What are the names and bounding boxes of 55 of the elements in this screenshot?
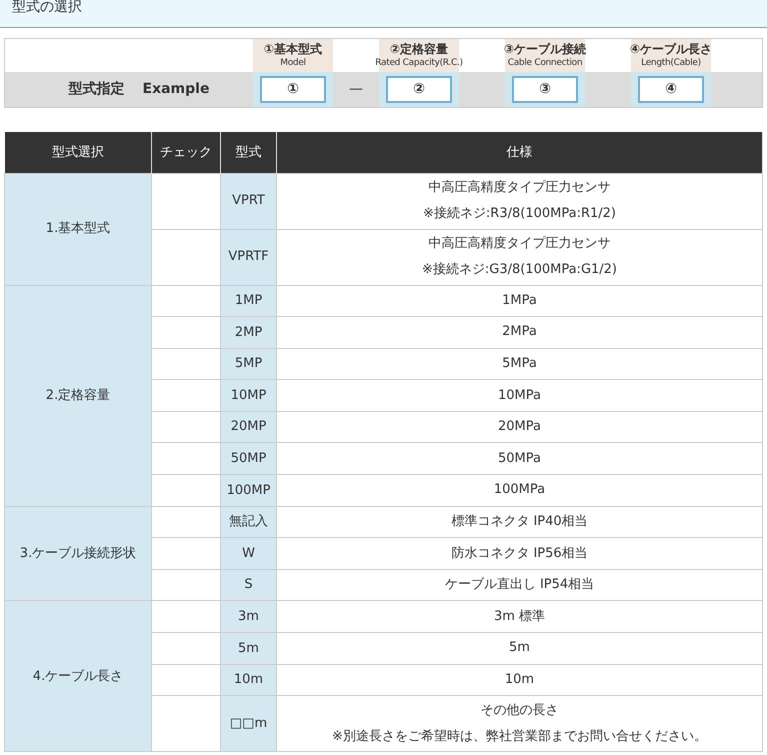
- column-header: チェック: [152, 132, 220, 173]
- column-header: 型式選択: [4, 132, 152, 173]
- model-cell: 50MP: [220, 442, 276, 475]
- group-label-cell: 1.基本型式: [4, 173, 152, 285]
- spec-cell: 中高圧高精度タイプ圧力センサ ※接続ネジ:R3/8(100MPa:R1/2): [276, 173, 762, 229]
- spec-cell: 防水コネクタ IP56相当: [276, 538, 762, 570]
- model-cell: S: [220, 569, 276, 601]
- separator-dash: —: [349, 80, 363, 99]
- model-cell: 100MP: [220, 474, 276, 506]
- spec-cell: ケーブル直出し IP54相当: [276, 569, 762, 601]
- example-code: ①: [260, 76, 326, 103]
- model-cell: 10MP: [220, 380, 276, 412]
- example-column-title: ③ケーブル接続: [504, 42, 586, 57]
- model-cell: W: [220, 538, 276, 570]
- spec-cell: 50MPa: [276, 442, 762, 475]
- example-label: 型式指定: [68, 80, 125, 99]
- example-column-subtitle: Model: [280, 57, 306, 69]
- spec-cell: 10MPa: [276, 380, 762, 412]
- model-cell: 5MP: [220, 348, 276, 380]
- example-column-subtitle: Rated Capacity(R.C.): [375, 57, 463, 69]
- example-column-subtitle: Cable Connection: [508, 57, 582, 69]
- model-cell: □□m: [220, 696, 276, 752]
- spec-cell: 2MPa: [276, 316, 762, 348]
- model-cell: VPRTF: [220, 229, 276, 285]
- spec-cell: 3m 標準: [276, 600, 762, 633]
- group-label-cell: 4.ケーブル長さ: [4, 600, 152, 752]
- model-cell: 1MP: [220, 285, 276, 317]
- spec-cell: 標準コネクタ IP40相当: [276, 506, 762, 538]
- spec-cell: 10m: [276, 664, 762, 696]
- group-label-cell: 3.ケーブル接続形状: [4, 506, 152, 601]
- group-label-cell: 2.定格容量: [4, 285, 152, 506]
- model-cell: 3m: [220, 600, 276, 633]
- example-column-subtitle: Length(Cable): [641, 57, 701, 69]
- spec-cell: その他の長さ ※別途長さをご希望時は、弊社営業部までお問い合せください。: [276, 696, 762, 752]
- model-cell: 20MP: [220, 411, 276, 443]
- example-code: ③: [512, 76, 578, 103]
- spec-cell: 5m: [276, 632, 762, 664]
- example-column-title: ④ケーブル長さ: [630, 42, 712, 57]
- example-column-title: ①基本型式: [264, 42, 322, 57]
- model-cell: 10m: [220, 664, 276, 696]
- spec-cell: 5MPa: [276, 348, 762, 380]
- model-cell: VPRT: [220, 173, 276, 229]
- model-cell: 無記入: [220, 506, 276, 538]
- example-label-en: Example: [142, 80, 210, 99]
- spec-cell: 1MPa: [276, 285, 762, 317]
- example-code: ④: [638, 76, 704, 103]
- column-header: 仕様: [276, 132, 762, 173]
- spec-cell: 中高圧高精度タイプ圧力センサ ※接続ネジ:G3/8(100MPa:G1/2): [276, 229, 762, 285]
- example-column-title: ②定格容量: [390, 42, 448, 57]
- spec-cell: 100MPa: [276, 474, 762, 506]
- model-cell: 2MP: [220, 316, 276, 348]
- spec-cell: 20MPa: [276, 411, 762, 443]
- column-header: 型式: [220, 132, 276, 173]
- example-code: ②: [386, 76, 452, 103]
- model-cell: 5m: [220, 632, 276, 664]
